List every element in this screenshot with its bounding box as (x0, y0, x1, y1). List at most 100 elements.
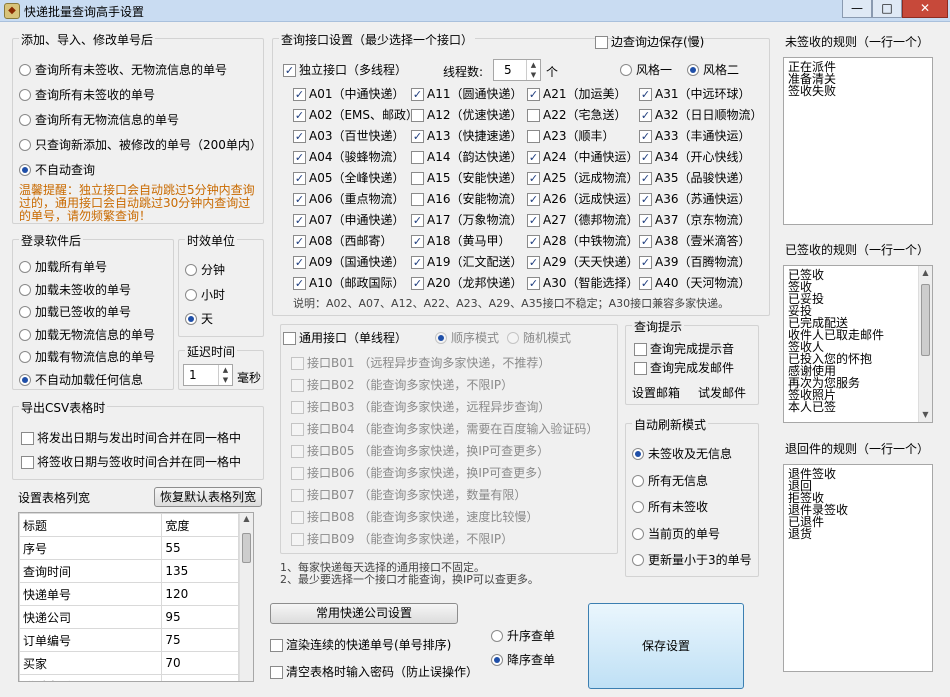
api-a05-checkbox[interactable]: ✓ A05（全峰快递） (293, 170, 404, 186)
auto-refresh-radio-icon[interactable] (632, 527, 644, 540)
generic-api-box[interactable] (291, 444, 304, 458)
table-scrollbar[interactable]: ▲ (239, 513, 253, 681)
api-checkbox-icon[interactable] (411, 108, 424, 122)
random-mode-radio[interactable]: 随机模式 (507, 330, 571, 346)
api-a26-checkbox[interactable]: ✓ A26（远成快运） (527, 191, 638, 207)
api-checkbox-icon[interactable]: ✓ (411, 87, 424, 101)
add-import-radio-icon[interactable] (19, 139, 31, 151)
auto-refresh-radio-icon[interactable] (632, 448, 644, 460)
api-checkbox-icon[interactable]: ✓ (293, 108, 306, 122)
restore-width-button[interactable]: 恢复默认表格列宽 (154, 487, 262, 507)
login-radio-icon[interactable] (19, 283, 31, 296)
generic-api-box[interactable] (291, 422, 304, 436)
api-checkbox-icon[interactable] (411, 171, 424, 185)
api-a24-checkbox[interactable]: ✓ A24（中通快运） (527, 149, 638, 165)
generic-api-b06-checkbox[interactable]: 接口B06 （能查询多家快递，换IP可查更多） (291, 465, 549, 481)
close-button[interactable]: ✕ (902, 0, 948, 18)
table-row[interactable]: 序号 55 (19, 536, 239, 560)
api-checkbox-icon[interactable]: ✓ (527, 255, 540, 269)
add-import-radio-icon[interactable] (19, 89, 31, 101)
api-checkbox-icon[interactable]: ✓ (293, 276, 306, 290)
auto-refresh-radio-icon[interactable] (632, 501, 644, 513)
api-checkbox-icon[interactable]: ✓ (293, 87, 306, 101)
login-radio-icon[interactable] (19, 373, 31, 386)
api-a08-checkbox[interactable]: ✓ A08（西邮寄） (293, 233, 392, 249)
api-a02-checkbox[interactable]: ✓ A02（EMS、邮政） (293, 107, 418, 123)
api-a13-checkbox[interactable]: ✓ A13（快捷速递） (411, 128, 522, 144)
api-a19-checkbox[interactable]: ✓ A19（汇文配送） (411, 254, 522, 270)
login-option[interactable]: 加载无物流信息的单号 (19, 327, 155, 343)
asc-radio-icon[interactable] (491, 630, 503, 642)
api-checkbox-icon[interactable]: ✓ (527, 192, 540, 206)
api-checkbox-icon[interactable]: ✓ (527, 150, 540, 164)
api-checkbox-icon[interactable]: ✓ (411, 255, 424, 269)
save-while-query-checkbox[interactable]: 边查询边保存(慢) (595, 34, 704, 50)
add-import-radio-icon[interactable] (19, 164, 31, 176)
api-a21-checkbox[interactable]: ✓ A21（加运美） (527, 86, 626, 102)
api-checkbox-icon[interactable]: ✓ (527, 171, 540, 185)
common-company-button[interactable]: 常用快递公司设置 (270, 603, 458, 624)
table-row[interactable]: 订单编号 75 (19, 628, 239, 652)
save-while-query-box[interactable] (595, 35, 608, 49)
render-box[interactable] (270, 638, 283, 652)
login-radio-icon[interactable] (19, 306, 31, 318)
api-a03-checkbox[interactable]: ✓ A03（百世快递） (293, 128, 404, 144)
api-checkbox-icon[interactable]: ✓ (293, 255, 306, 269)
style1-radio-icon[interactable] (620, 64, 632, 76)
api-a35-checkbox[interactable]: ✓ A35（品骏快递） (639, 170, 750, 186)
login-option[interactable]: 加载未签收的单号 (19, 282, 131, 298)
api-checkbox-icon[interactable] (527, 129, 540, 143)
generic-api-box[interactable] (291, 356, 304, 370)
sequential-mode-radio[interactable]: 顺序模式 (435, 330, 499, 346)
clear-password-checkbox[interactable]: 清空表格时输入密码（防止误操作） (270, 664, 478, 680)
api-checkbox-icon[interactable]: ✓ (411, 234, 424, 248)
api-checkbox-icon[interactable] (411, 150, 424, 164)
time-unit-radio-icon[interactable] (185, 313, 197, 325)
api-a01-checkbox[interactable]: ✓ A01（中通快递） (293, 86, 404, 102)
api-a37-checkbox[interactable]: ✓ A37（京东物流） (639, 212, 750, 228)
api-a29-checkbox[interactable]: ✓ A29（天天快递） (527, 254, 638, 270)
api-checkbox-icon[interactable]: ✓ (639, 192, 652, 206)
api-a09-checkbox[interactable]: ✓ A09（国通快递） (293, 254, 404, 270)
api-a06-checkbox[interactable]: ✓ A06（重点物流） (293, 191, 404, 207)
api-checkbox-icon[interactable]: ✓ (639, 150, 652, 164)
generic-api-b09-checkbox[interactable]: 接口B09 （能查询多家快递，不限IP） (291, 531, 513, 547)
time-unit-radio-icon[interactable] (185, 288, 197, 301)
login-radio-icon[interactable] (19, 328, 31, 341)
style1-radio[interactable]: 风格一 (620, 62, 672, 78)
api-checkbox-icon[interactable]: ✓ (639, 255, 652, 269)
csv-checkbox[interactable]: 将发出日期与发出时间合并在同一格中 (21, 430, 241, 446)
api-checkbox-icon[interactable]: ✓ (527, 213, 540, 227)
api-checkbox-icon[interactable]: ✓ (639, 129, 652, 143)
api-a25-checkbox[interactable]: ✓ A25（远成物流） (527, 170, 638, 186)
generic-api-b04-checkbox[interactable]: 接口B04 （能查询多家快递，需要在百度输入验证码） (291, 421, 598, 437)
api-a17-checkbox[interactable]: ✓ A17（万象物流） (411, 212, 522, 228)
api-checkbox-icon[interactable]: ✓ (293, 192, 306, 206)
table-width-cell[interactable]: 85 (161, 674, 239, 681)
api-a39-checkbox[interactable]: ✓ A39（百腾物流） (639, 254, 750, 270)
api-a20-checkbox[interactable]: ✓ A20（龙邦快递） (411, 275, 522, 291)
api-a07-checkbox[interactable]: ✓ A07（申通快递） (293, 212, 404, 228)
api-checkbox-icon[interactable]: ✓ (639, 213, 652, 227)
api-a36-checkbox[interactable]: ✓ A36（苏通快运） (639, 191, 750, 207)
api-a32-checkbox[interactable]: ✓ A32（日日顺物流） (639, 107, 762, 123)
signed-scroll-up-icon[interactable]: ▲ (921, 267, 930, 279)
api-a14-checkbox[interactable]: A14（韵达快递） (411, 149, 522, 165)
render-checkbox[interactable]: 渲染连续的快递单号(单号排序) (270, 637, 451, 653)
api-a22-checkbox[interactable]: A22（宅急送） (527, 107, 626, 123)
api-checkbox-icon[interactable] (411, 192, 424, 206)
login-radio-icon[interactable] (19, 261, 31, 273)
add-import-radio-icon[interactable] (19, 64, 31, 76)
auto-refresh-option[interactable]: 所有未签收 (632, 499, 708, 515)
table-row[interactable]: 查询时间 135 (19, 559, 239, 583)
generic-api-b03-checkbox[interactable]: 接口B03 （能查询多家快递，远程异步查询） (291, 399, 550, 415)
api-checkbox-icon[interactable]: ✓ (639, 108, 652, 122)
table-width-cell[interactable]: 75 (161, 628, 239, 652)
add-import-option[interactable]: 查询所有无物流信息的单号 (19, 112, 179, 128)
auto-refresh-option[interactable]: 更新量小于3的单号 (632, 552, 752, 568)
table-row[interactable]: 快递公司 95 (19, 605, 239, 629)
csv-box[interactable] (21, 455, 34, 469)
auto-refresh-option[interactable]: 当前页的单号 (632, 526, 720, 542)
api-checkbox-icon[interactable]: ✓ (639, 276, 652, 290)
table-row[interactable]: 快递单号 120 (19, 582, 239, 606)
